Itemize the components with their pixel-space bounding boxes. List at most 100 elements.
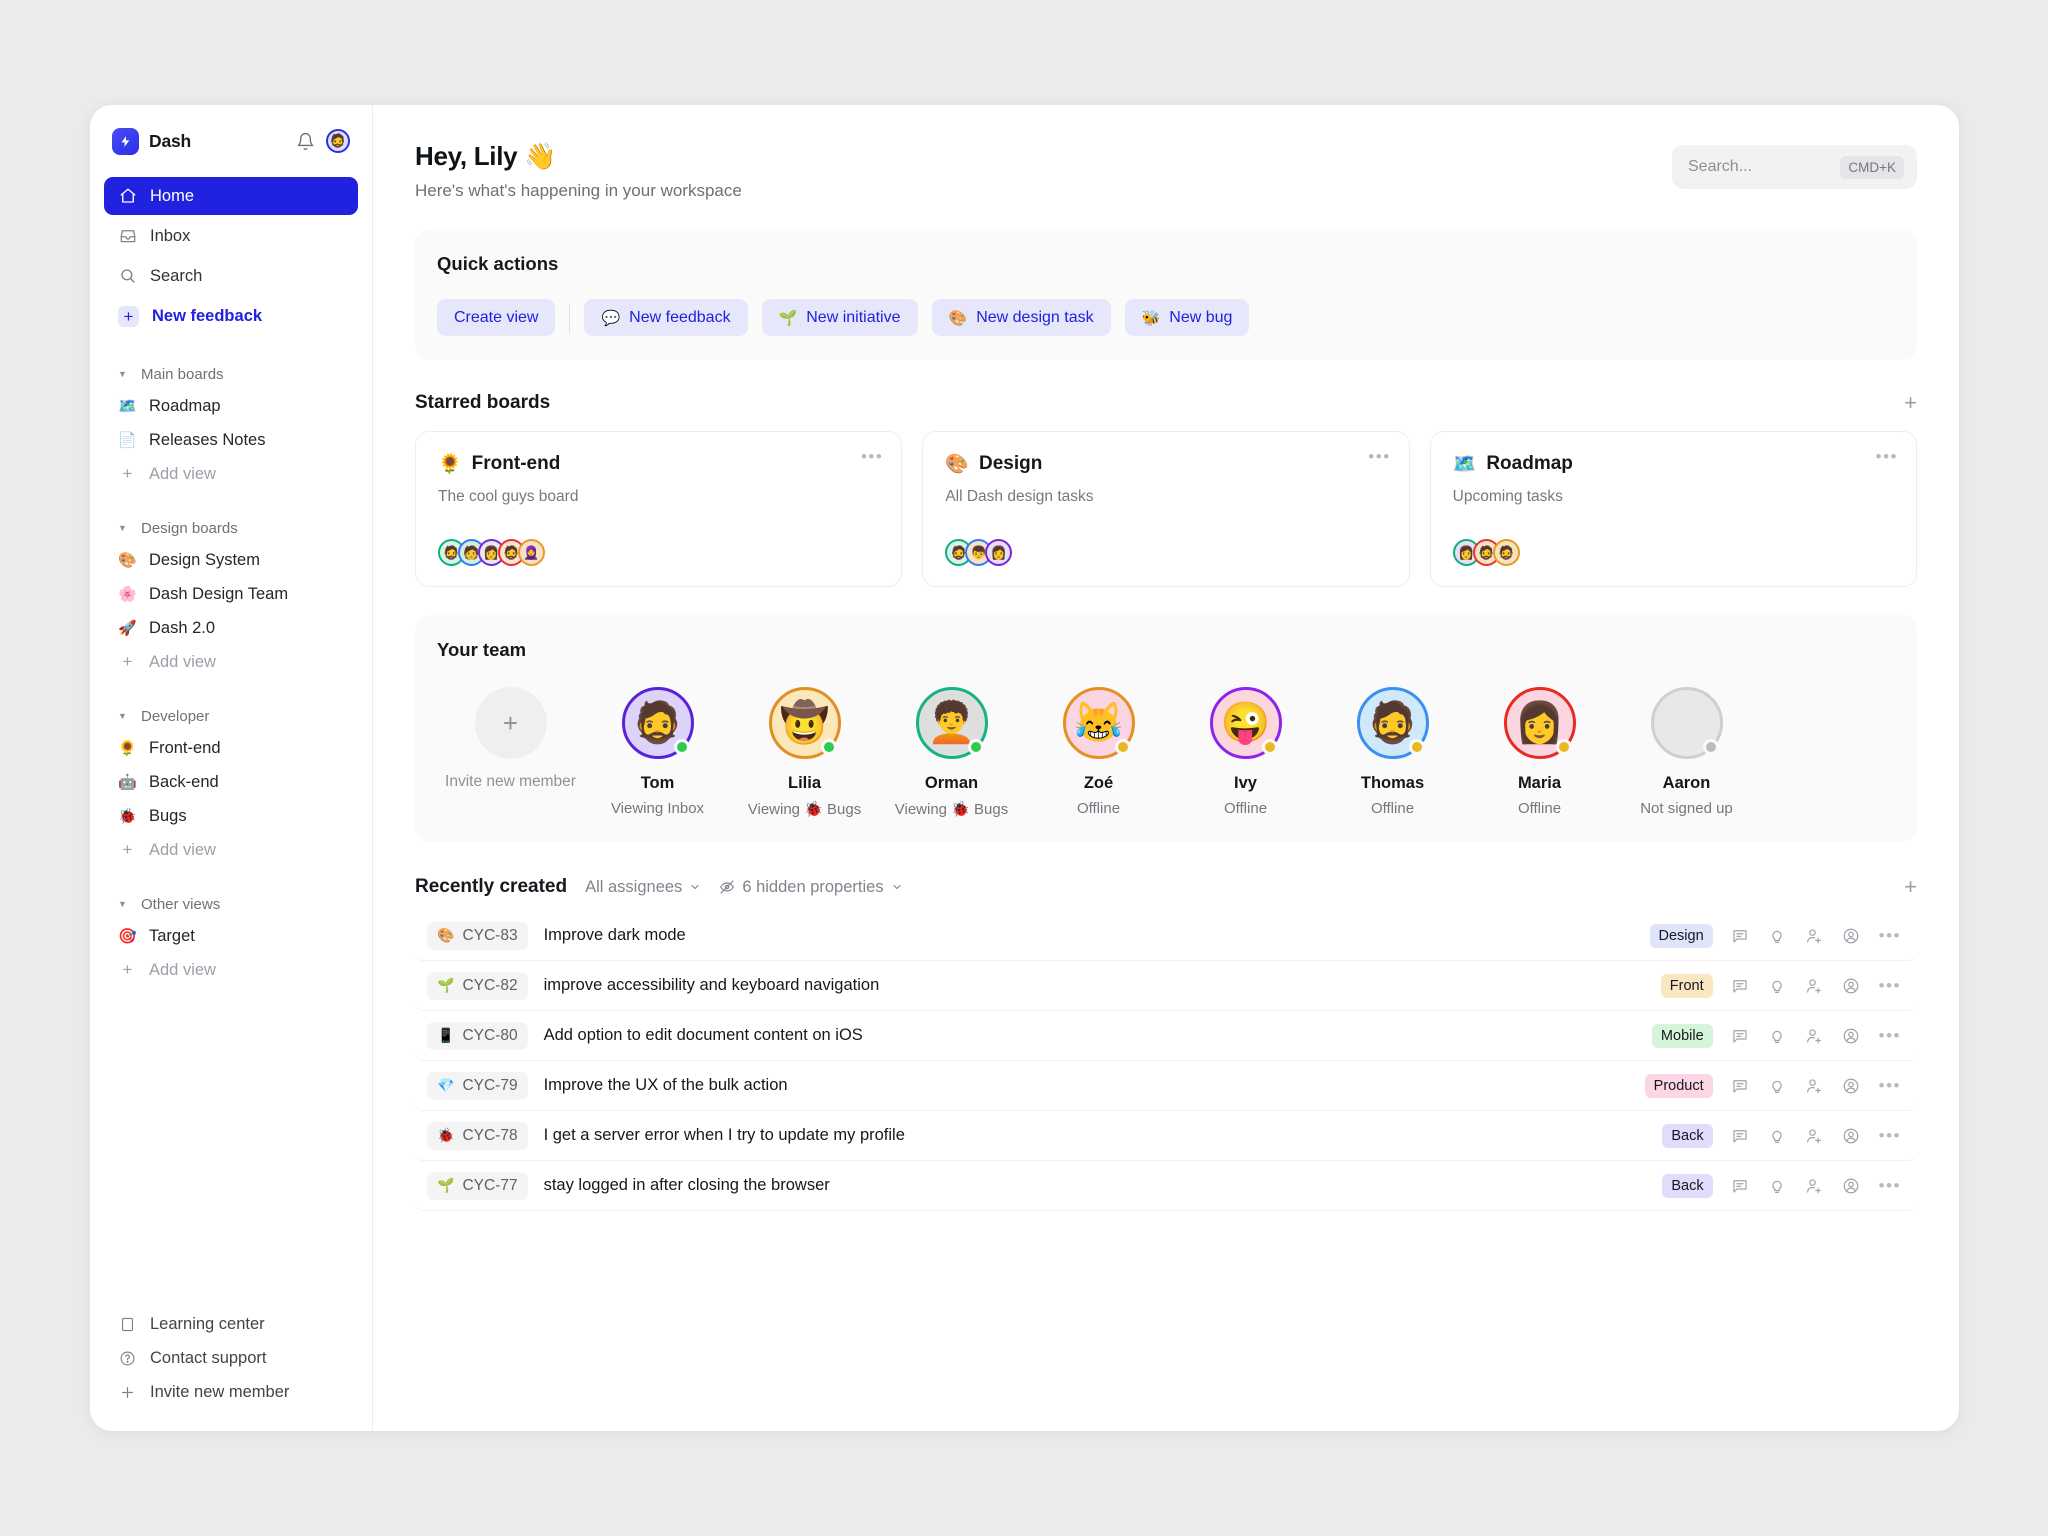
board-card-roadmap[interactable]: ••• 🗺️ Roadmap Upcoming tasks 👩 🧔 🧔 bbox=[1430, 431, 1917, 587]
sidebar-group-header[interactable]: ▼ Main boards bbox=[104, 359, 358, 389]
table-row[interactable]: 🌱 CYC-77 stay logged in after closing th… bbox=[415, 1161, 1917, 1211]
add-starred-board-button[interactable]: + bbox=[1904, 392, 1917, 414]
sidebar-item-design-system[interactable]: 🎨 Design System bbox=[104, 543, 358, 577]
sidebar-item-label: Dash 2.0 bbox=[149, 619, 215, 638]
lightbulb-icon[interactable] bbox=[1768, 1176, 1787, 1195]
more-horizontal-icon[interactable]: ••• bbox=[861, 447, 883, 467]
team-member-zoe[interactable]: 😹 Zoé Offline bbox=[1025, 687, 1172, 818]
more-horizontal-icon[interactable]: ••• bbox=[1879, 1176, 1901, 1196]
sidebar-group-header[interactable]: ▼ Developer bbox=[104, 701, 358, 731]
sidebar-group-header[interactable]: ▼ Other views bbox=[104, 889, 358, 919]
status-badge[interactable]: Front bbox=[1661, 974, 1713, 998]
assignee-icon[interactable] bbox=[1842, 1076, 1861, 1095]
team-member-thomas[interactable]: 🧔 Thomas Offline bbox=[1319, 687, 1466, 818]
lightbulb-icon[interactable] bbox=[1768, 926, 1787, 945]
sidebar-item-invite-new-member[interactable]: Invite new member bbox=[104, 1375, 358, 1409]
lightbulb-icon[interactable] bbox=[1768, 1126, 1787, 1145]
new-design-task-label: New design task bbox=[976, 309, 1093, 327]
sidebar-item-bugs[interactable]: 🐞 Bugs bbox=[104, 799, 358, 833]
status-badge[interactable]: Design bbox=[1650, 924, 1713, 948]
sidebar-item-target[interactable]: 🎯 Target bbox=[104, 919, 358, 953]
bell-icon[interactable] bbox=[294, 130, 316, 152]
assignee-icon[interactable] bbox=[1842, 1126, 1861, 1145]
add-assignee-icon[interactable] bbox=[1805, 1026, 1824, 1045]
lightbulb-icon[interactable] bbox=[1768, 1026, 1787, 1045]
sidebar-item-dash-2-0[interactable]: 🚀 Dash 2.0 bbox=[104, 611, 358, 645]
more-horizontal-icon[interactable]: ••• bbox=[1879, 926, 1901, 946]
status-badge[interactable]: Mobile bbox=[1652, 1024, 1713, 1048]
assignee-filter-dropdown[interactable]: All assignees bbox=[585, 878, 701, 897]
team-member-name: Orman bbox=[925, 774, 978, 793]
new-design-task-button[interactable]: 🎨 New design task bbox=[932, 299, 1111, 336]
search-icon bbox=[118, 267, 137, 285]
team-member-tom[interactable]: 🧔 Tom Viewing Inbox bbox=[584, 687, 731, 818]
sidebar-group-header[interactable]: ▼ Design boards bbox=[104, 513, 358, 543]
hidden-properties-dropdown[interactable]: 6 hidden properties bbox=[719, 878, 902, 897]
assignee-icon[interactable] bbox=[1842, 1026, 1861, 1045]
table-row[interactable]: 🌱 CYC-82 improve accessibility and keybo… bbox=[415, 961, 1917, 1011]
sidebar-item-roadmap[interactable]: 🗺️ Roadmap bbox=[104, 389, 358, 423]
search-input[interactable]: Search... CMD+K bbox=[1672, 145, 1917, 189]
comment-icon[interactable] bbox=[1731, 976, 1750, 995]
create-view-button[interactable]: Create view bbox=[437, 299, 555, 336]
sidebar-item-learning-center[interactable]: Learning center bbox=[104, 1307, 358, 1341]
team-member-ivy[interactable]: 😜 Ivy Offline bbox=[1172, 687, 1319, 818]
invite-new-member-button[interactable]: + Invite new member bbox=[437, 687, 584, 818]
sidebar-add-view[interactable]: + Add view bbox=[104, 833, 358, 867]
team-member-maria[interactable]: 👩 Maria Offline bbox=[1466, 687, 1613, 818]
assignee-icon[interactable] bbox=[1842, 976, 1861, 995]
more-horizontal-icon[interactable]: ••• bbox=[1879, 1026, 1901, 1046]
sidebar-add-view[interactable]: + Add view bbox=[104, 953, 358, 987]
lightbulb-icon[interactable] bbox=[1768, 1076, 1787, 1095]
comment-icon[interactable] bbox=[1731, 1126, 1750, 1145]
sidebar-item-releases-notes[interactable]: 📄 Releases Notes bbox=[104, 423, 358, 457]
more-horizontal-icon[interactable]: ••• bbox=[1879, 976, 1901, 996]
sidebar-item-contact-support[interactable]: Contact support bbox=[104, 1341, 358, 1375]
comment-icon[interactable] bbox=[1731, 1076, 1750, 1095]
sidebar-add-view[interactable]: + Add view bbox=[104, 457, 358, 491]
add-assignee-icon[interactable] bbox=[1805, 1076, 1824, 1095]
new-initiative-button[interactable]: 🌱 New initiative bbox=[762, 299, 918, 336]
table-row[interactable]: 📱 CYC-80 Add option to edit document con… bbox=[415, 1011, 1917, 1061]
sidebar-item-back-end[interactable]: 🤖 Back-end bbox=[104, 765, 358, 799]
comment-icon[interactable] bbox=[1731, 926, 1750, 945]
team-member-aaron[interactable]: Aaron Not signed up bbox=[1613, 687, 1760, 818]
plus-icon: + bbox=[118, 306, 139, 327]
sidebar-item-home[interactable]: Home bbox=[104, 177, 358, 215]
more-horizontal-icon[interactable]: ••• bbox=[1879, 1126, 1901, 1146]
add-task-button[interactable]: + bbox=[1904, 876, 1917, 898]
more-horizontal-icon[interactable]: ••• bbox=[1879, 1076, 1901, 1096]
lightbulb-icon[interactable] bbox=[1768, 976, 1787, 995]
new-feedback-button[interactable]: 💬 New feedback bbox=[584, 299, 747, 336]
team-member-lilia[interactable]: 🤠 Lilia Viewing 🐞 Bugs bbox=[731, 687, 878, 818]
comment-icon[interactable] bbox=[1731, 1026, 1750, 1045]
table-row[interactable]: 🎨 CYC-83 Improve dark mode Design ••• bbox=[415, 911, 1917, 961]
add-assignee-icon[interactable] bbox=[1805, 1126, 1824, 1145]
status-badge[interactable]: Product bbox=[1645, 1074, 1713, 1098]
sidebar-item-new-feedback[interactable]: + New feedback bbox=[104, 297, 358, 335]
assignee-icon[interactable] bbox=[1842, 926, 1861, 945]
avatar[interactable]: 🧔 bbox=[326, 129, 350, 153]
more-horizontal-icon[interactable]: ••• bbox=[1368, 447, 1390, 467]
comment-icon[interactable] bbox=[1731, 1176, 1750, 1195]
add-assignee-icon[interactable] bbox=[1805, 926, 1824, 945]
table-row[interactable]: 🐞 CYC-78 I get a server error when I try… bbox=[415, 1111, 1917, 1161]
sidebar-add-view[interactable]: + Add view bbox=[104, 645, 358, 679]
more-horizontal-icon[interactable]: ••• bbox=[1876, 447, 1898, 467]
sidebar-item-dash-design-team[interactable]: 🌸 Dash Design Team bbox=[104, 577, 358, 611]
table-row[interactable]: 💎 CYC-79 Improve the UX of the bulk acti… bbox=[415, 1061, 1917, 1111]
team-member-orman[interactable]: 🧑‍🦱 Orman Viewing 🐞 Bugs bbox=[878, 687, 1025, 818]
sidebar-item-front-end[interactable]: 🌻 Front-end bbox=[104, 731, 358, 765]
assignee-icon[interactable] bbox=[1842, 1176, 1861, 1195]
sidebar-item-inbox[interactable]: Inbox bbox=[104, 217, 358, 255]
add-assignee-icon[interactable] bbox=[1805, 1176, 1824, 1195]
board-card-front-end[interactable]: ••• 🌻 Front-end The cool guys board 🧔 🧑 … bbox=[415, 431, 902, 587]
status-badge[interactable]: Back bbox=[1662, 1174, 1712, 1198]
new-bug-label: New bug bbox=[1169, 309, 1232, 327]
status-badge[interactable]: Back bbox=[1662, 1124, 1712, 1148]
new-bug-button[interactable]: 🐝 New bug bbox=[1125, 299, 1250, 336]
add-assignee-icon[interactable] bbox=[1805, 976, 1824, 995]
board-title-label: Front-end bbox=[472, 453, 561, 475]
sidebar-item-search[interactable]: Search bbox=[104, 257, 358, 295]
board-card-design[interactable]: ••• 🎨 Design All Dash design tasks 🧔 👦 👩 bbox=[922, 431, 1409, 587]
